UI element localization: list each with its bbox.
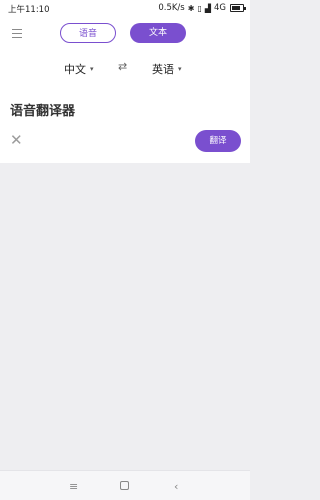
status-bar: 上午11:10 0.5K/s ✱ ▯ ▟ 4G [0, 0, 250, 16]
page-title: 语音翻译器 [10, 104, 76, 119]
source-language-selector[interactable]: 中文 ▾ [64, 61, 94, 77]
bluetooth-icon: ✱ [187, 3, 195, 13]
nav-back-icon[interactable]: ‹ [174, 480, 178, 493]
vibrate-icon: ▯ [197, 3, 202, 13]
chevron-down-icon: ▾ [178, 65, 182, 73]
system-nav-bar: ≡ ‹ [0, 470, 250, 500]
translate-button[interactable]: 翻译 [195, 130, 241, 152]
target-language-selector[interactable]: 英语 ▾ [152, 61, 182, 77]
text-mode-button[interactable]: 文本 [130, 23, 186, 43]
status-time: 上午11:10 [8, 5, 50, 15]
signal-icon: ▟ [204, 3, 211, 13]
nav-home-icon[interactable] [120, 481, 129, 490]
source-language-label: 中文 [64, 63, 86, 76]
close-icon[interactable]: ✕ [10, 132, 23, 148]
network-speed: 0.5K/s [158, 3, 185, 13]
chevron-down-icon: ▾ [90, 65, 94, 73]
top-panel: 上午11:10 0.5K/s ✱ ▯ ▟ 4G 语音 文本 中文 ▾ ⇄ 英语 … [0, 0, 250, 163]
menu-icon[interactable] [12, 29, 22, 38]
voice-mode-button[interactable]: 语音 [60, 23, 116, 43]
status-icons: 0.5K/s ✱ ▯ ▟ 4G [158, 3, 246, 13]
nav-menu-icon[interactable]: ≡ [69, 480, 78, 493]
battery-icon [230, 4, 246, 12]
swap-languages-icon[interactable]: ⇄ [118, 60, 127, 73]
target-language-label: 英语 [152, 63, 174, 76]
network-type: 4G [214, 3, 226, 13]
